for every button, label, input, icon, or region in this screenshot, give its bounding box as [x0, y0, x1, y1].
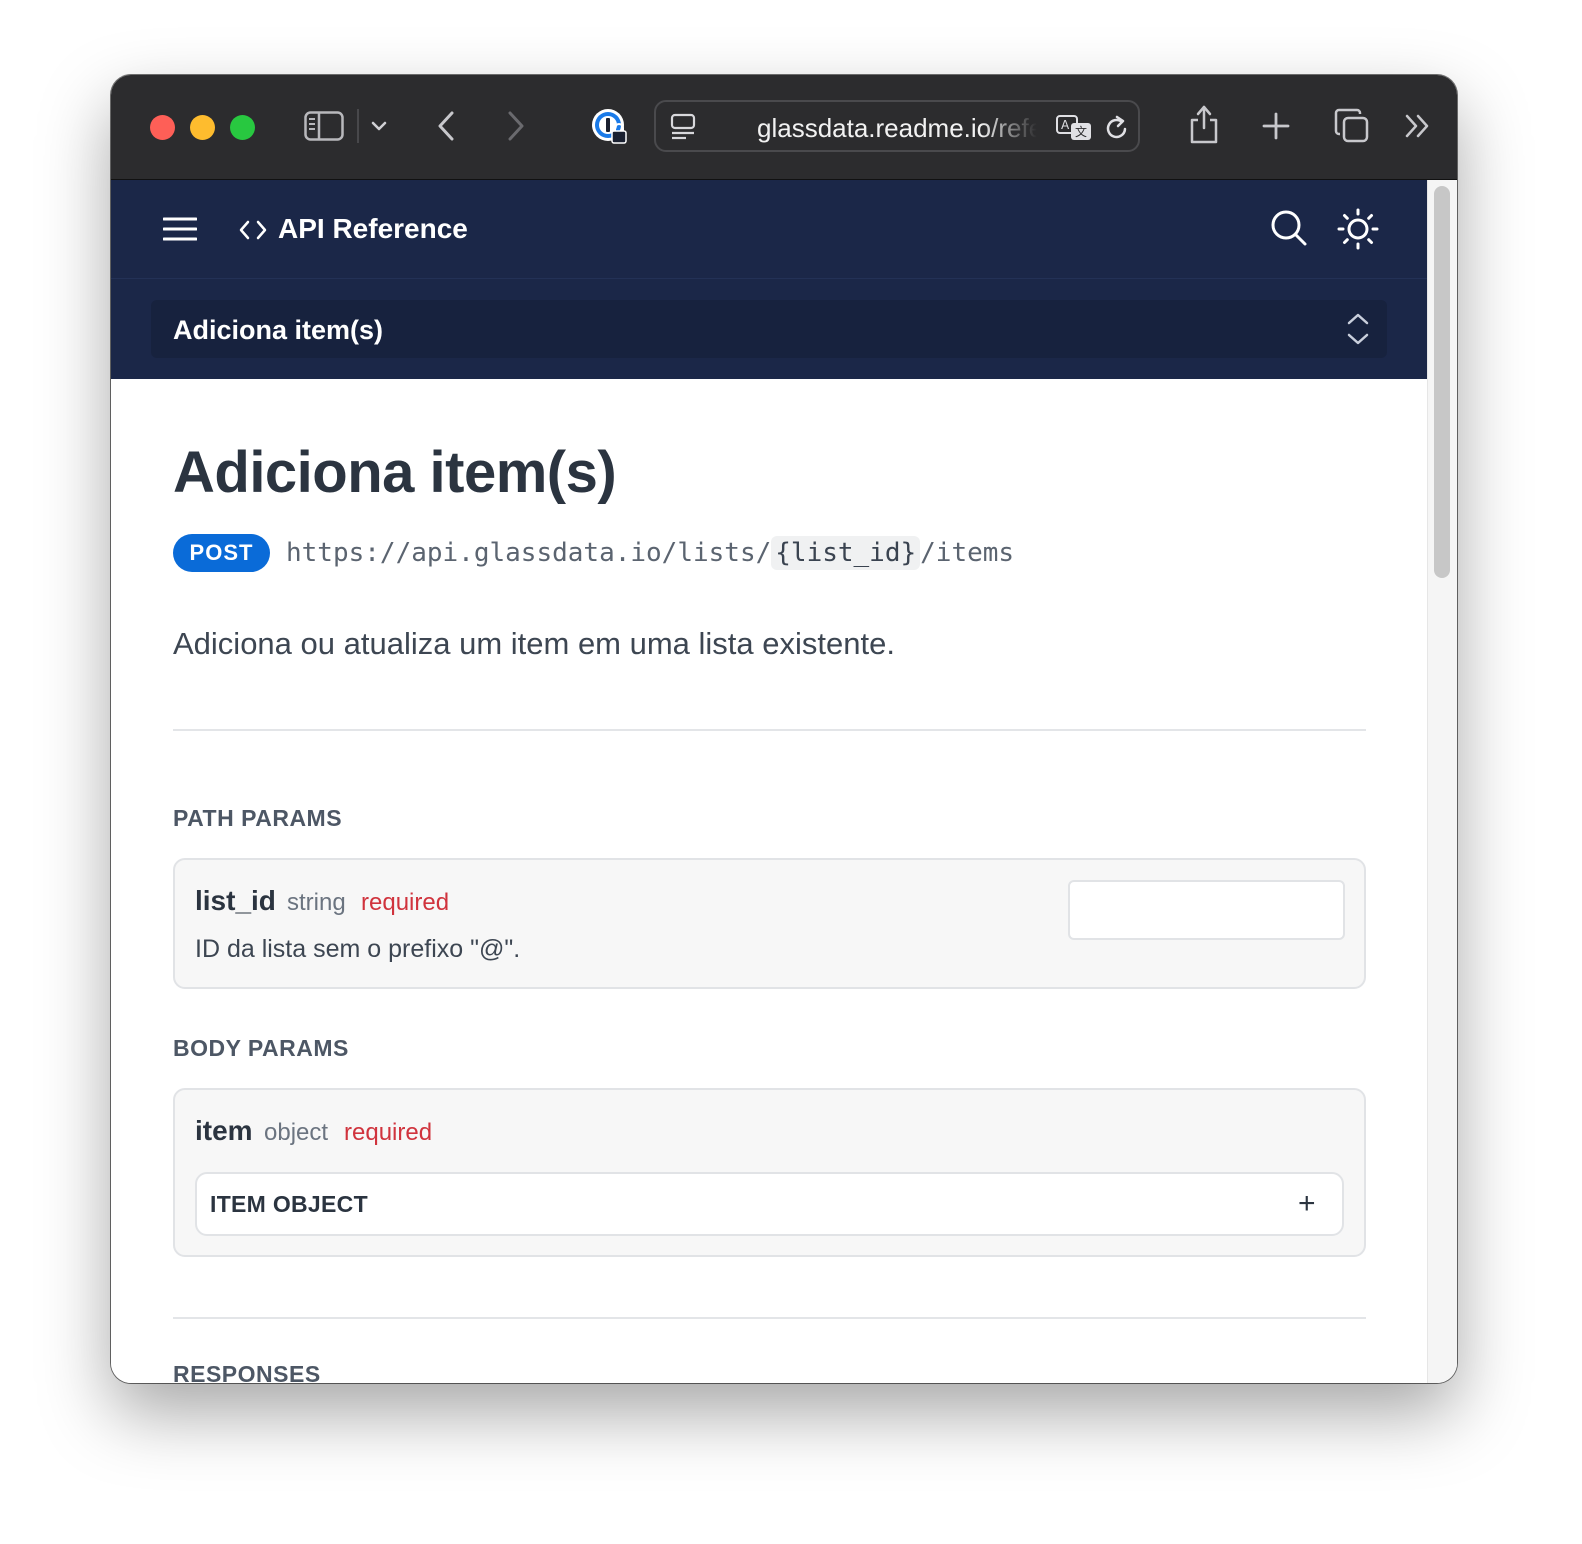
reload-icon[interactable]: [1102, 113, 1132, 143]
svg-text:文: 文: [1075, 124, 1087, 139]
endpoint-url: https://api.glassdata.io/lists/{list_id}…: [286, 533, 1014, 573]
browser-window: glassdata.readme.io/reference/adiciona-i…: [111, 75, 1457, 1383]
param-type: object: [264, 1119, 329, 1146]
theme-toggle-icon[interactable]: [1336, 207, 1380, 251]
svg-text:A: A: [1061, 118, 1070, 132]
url-text[interactable]: glassdata.readme.io/reference/adiciona-i…: [757, 113, 1037, 143]
page-menu-icon[interactable]: [668, 112, 698, 142]
share-icon[interactable]: [1187, 103, 1221, 147]
code-icon: [239, 219, 267, 241]
scrollbar-thumb[interactable]: [1434, 186, 1450, 578]
zoom-window-button[interactable]: [230, 115, 255, 140]
page-selector-label: Adiciona item(s): [173, 315, 384, 345]
nav-title[interactable]: API Reference: [278, 212, 468, 246]
responses-heading: RESPONSES: [173, 1361, 321, 1383]
search-icon[interactable]: [1269, 208, 1309, 248]
param-type: string: [287, 889, 346, 916]
tab-overview-icon[interactable]: [1333, 107, 1371, 145]
param-card-list-id: list_id string required ID da lista sem …: [173, 858, 1366, 989]
chevron-down-icon[interactable]: [369, 116, 389, 136]
endpoint-param: {list_id}: [771, 536, 921, 570]
param-required: required: [361, 889, 450, 916]
item-object-expander[interactable]: ITEM OBJECT +: [195, 1172, 1344, 1236]
chevron-up-down-icon: [1343, 312, 1373, 346]
page-viewport: API Reference Adiciona item(s) Adiciona …: [111, 180, 1457, 1383]
page-title: Adiciona item(s): [173, 440, 617, 505]
endpoint-suffix: /items: [920, 538, 1015, 568]
password-manager-icon[interactable]: [589, 106, 631, 148]
more-tools-icon[interactable]: [1403, 111, 1433, 141]
param-name: list_id: [195, 885, 276, 916]
new-tab-icon[interactable]: [1261, 111, 1291, 141]
method-badge: POST: [173, 534, 270, 572]
page-description: Adiciona ou atualiza um item em uma list…: [173, 626, 895, 661]
forward-icon[interactable]: [503, 108, 529, 144]
address-bar[interactable]: glassdata.readme.io/reference/adiciona-i…: [654, 100, 1140, 152]
page-selector[interactable]: Adiciona item(s): [151, 300, 1387, 358]
top-navigation: API Reference: [111, 180, 1427, 278]
item-object-label: ITEM OBJECT: [210, 1191, 368, 1217]
section-divider: [173, 1317, 1366, 1319]
toolbar-divider: [357, 109, 359, 143]
list-id-input[interactable]: [1068, 880, 1345, 940]
param-card-item: item object required ITEM OBJECT +: [173, 1088, 1366, 1257]
param-required: required: [344, 1119, 433, 1146]
close-window-button[interactable]: [150, 115, 175, 140]
param-description: ID da lista sem o prefixo "@".: [195, 935, 521, 963]
hamburger-menu-icon[interactable]: [163, 215, 197, 243]
browser-toolbar: glassdata.readme.io/reference/adiciona-i…: [111, 75, 1457, 180]
minimize-window-button[interactable]: [190, 115, 215, 140]
sidebar-toggle-icon[interactable]: [303, 110, 345, 142]
expand-plus-icon[interactable]: +: [1298, 1187, 1316, 1221]
page-selector-bar: Adiciona item(s): [111, 278, 1427, 379]
endpoint-prefix: https://api.glassdata.io/lists/: [286, 538, 772, 568]
translate-icon[interactable]: A文: [1054, 113, 1094, 143]
param-name: item: [195, 1115, 253, 1146]
path-params-heading: PATH PARAMS: [173, 805, 343, 831]
back-icon[interactable]: [433, 108, 459, 144]
section-divider: [173, 729, 1366, 731]
body-params-heading: BODY PARAMS: [173, 1035, 349, 1061]
